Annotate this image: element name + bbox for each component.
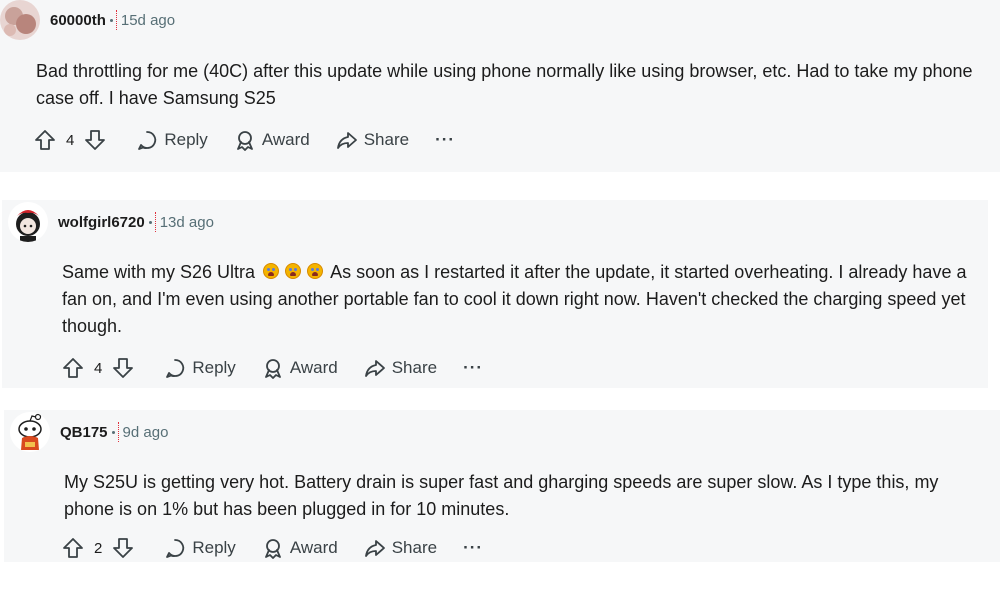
timestamp[interactable]: 15d ago: [121, 12, 175, 29]
award-button[interactable]: Award: [234, 129, 310, 151]
user-avatar[interactable]: [10, 412, 50, 452]
vote-count: 4: [94, 359, 103, 377]
user-avatar[interactable]: [0, 0, 40, 40]
comment-body-text: Same with my S26 Ultra: [62, 262, 256, 282]
comment-body: Same with my S26 Ultra As soon as I rest…: [62, 259, 977, 340]
reply-button[interactable]: Reply: [136, 129, 208, 151]
meta-separator: [109, 10, 117, 30]
timestamp[interactable]: 13d ago: [160, 214, 214, 231]
reply-button[interactable]: Reply: [164, 357, 236, 379]
upvote-icon[interactable]: [34, 129, 56, 151]
award-icon: [234, 129, 256, 151]
reply-label: Reply: [192, 538, 236, 557]
reply-label: Reply: [192, 358, 236, 377]
meta-separator: [111, 422, 119, 442]
comment-header: wolfgirl6720 13d ago: [8, 202, 214, 242]
award-icon: [262, 357, 284, 379]
username[interactable]: QB175: [60, 424, 108, 441]
vote-count: 4: [66, 131, 75, 149]
comment-body: Bad throttling for me (40C) after this u…: [36, 61, 973, 108]
award-label: Award: [289, 538, 338, 557]
award-button[interactable]: Award: [262, 537, 338, 559]
downvote-icon[interactable]: [112, 357, 134, 379]
comment-bubble-icon: [136, 129, 158, 151]
comment-actions: 4 Reply Award Share ···: [62, 353, 483, 383]
avatar-snoo-icon: [10, 412, 50, 452]
meta-separator: [148, 212, 156, 232]
upvote-icon[interactable]: [62, 357, 84, 379]
award-label: Award: [289, 358, 338, 377]
share-button[interactable]: Share: [364, 537, 437, 559]
avatar-pink-icon: [0, 0, 40, 40]
vote-group: 2: [62, 537, 134, 559]
comment-bubble-icon: [164, 537, 186, 559]
vote-group: 4: [62, 357, 134, 379]
share-button[interactable]: Share: [364, 357, 437, 379]
share-arrow-icon: [336, 129, 358, 151]
comment-actions: 2 Reply Award Share ···: [62, 533, 483, 563]
share-arrow-icon: [364, 357, 386, 379]
downvote-icon[interactable]: [112, 537, 134, 559]
downvote-icon[interactable]: [84, 129, 106, 151]
share-button[interactable]: Share: [336, 129, 409, 151]
reply-button[interactable]: Reply: [164, 537, 236, 559]
avatar-red-hair-icon: [8, 202, 48, 242]
share-arrow-icon: [364, 537, 386, 559]
vote-count: 2: [94, 539, 103, 557]
crying-face-emoji-icon: [285, 263, 302, 279]
comment-bubble-icon: [164, 357, 186, 379]
comment-body: My S25U is getting very hot. Battery dra…: [64, 472, 939, 519]
comment-header: QB175 9d ago: [10, 412, 169, 452]
share-label: Share: [391, 538, 438, 557]
timestamp[interactable]: 9d ago: [123, 424, 169, 441]
crying-face-emoji-icon: [263, 263, 280, 279]
comment-header: 60000th 15d ago: [0, 0, 175, 40]
share-label: Share: [391, 358, 438, 377]
award-icon: [262, 537, 284, 559]
vote-group: 4: [34, 129, 106, 151]
share-label: Share: [363, 130, 410, 149]
award-button[interactable]: Award: [262, 357, 338, 379]
comment-actions: 4 Reply Award Share ···: [34, 125, 455, 155]
award-label: Award: [261, 130, 310, 149]
username[interactable]: 60000th: [50, 12, 106, 29]
upvote-icon[interactable]: [62, 537, 84, 559]
crying-face-emoji-icon: [307, 263, 324, 279]
username[interactable]: wolfgirl6720: [58, 214, 145, 231]
user-avatar[interactable]: [8, 202, 48, 242]
more-options-button[interactable]: ···: [435, 130, 455, 150]
more-options-button[interactable]: ···: [463, 538, 483, 558]
more-options-button[interactable]: ···: [463, 358, 483, 378]
reply-label: Reply: [164, 130, 208, 149]
